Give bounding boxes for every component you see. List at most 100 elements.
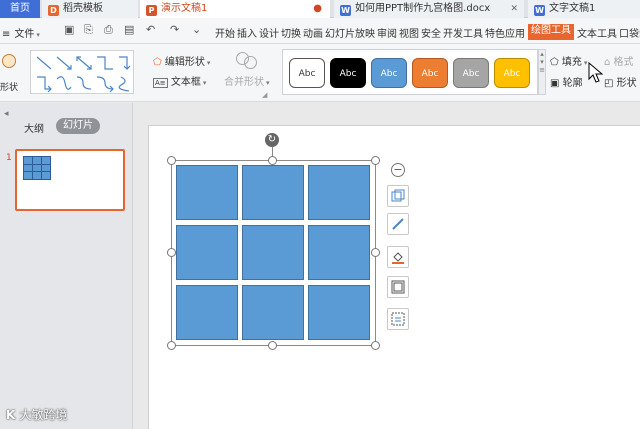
tab-slides[interactable]: 幻灯片 — [56, 118, 100, 134]
hamburger-icon: ≡ — [2, 29, 11, 40]
resize-handle[interactable] — [167, 248, 176, 257]
shape-effects-label: 形状 — [616, 78, 637, 89]
style-preset-5[interactable]: Abc — [453, 58, 489, 88]
tab-template[interactable]: D 稻壳模板 — [42, 0, 138, 18]
watermark: K 大敏跨境 — [6, 406, 67, 423]
undo-icon[interactable]: ↶ — [146, 23, 155, 36]
tab-insert[interactable]: 插入 — [236, 25, 258, 40]
tab-view[interactable]: 视图 — [398, 25, 420, 40]
fill-style-button[interactable] — [387, 246, 409, 268]
tab-template-label: 稻壳模板 — [63, 3, 103, 14]
selection-box — [171, 160, 376, 346]
resize-handle[interactable] — [268, 156, 277, 165]
close-tab-icon[interactable]: ✕ — [510, 0, 518, 18]
chevron-down-icon: ▾ — [36, 31, 40, 39]
rotate-handle-icon[interactable]: ↻ — [265, 133, 279, 147]
tab-outline[interactable]: 大纲 — [24, 120, 44, 135]
more-icon: ≡ — [539, 66, 545, 74]
export-icon[interactable]: ⎘ — [84, 23, 93, 37]
edit-shape-button[interactable]: ⬠ 编辑形状 ▾ — [153, 53, 210, 68]
shape-button[interactable]: 形状 — [0, 50, 26, 94]
resize-handle[interactable] — [371, 248, 380, 257]
tab-document-2-label: 文字文稿1 — [549, 3, 596, 14]
tab-home[interactable]: 首页 — [0, 0, 40, 18]
tab-pocket-animation[interactable]: 口袋动画 — [618, 25, 640, 40]
style-preset-4[interactable]: Abc — [412, 58, 448, 88]
tab-security[interactable]: 安全 — [420, 25, 442, 40]
more-chevron-icon[interactable]: ⌄ — [192, 23, 201, 36]
edit-shape-icon: ⬠ — [153, 57, 162, 68]
textbox-button[interactable]: A≡ 文本框 ▾ — [153, 73, 206, 88]
style-preset-1[interactable]: Abc — [289, 58, 325, 88]
resize-handle[interactable] — [268, 341, 277, 350]
floating-toolbar: − — [385, 163, 411, 343]
shape-effects-button[interactable]: ◰ 形状 — [604, 74, 637, 89]
style-preset-6[interactable]: Abc — [494, 58, 530, 88]
tab-document-2[interactable]: W 文字文稿1 — [528, 0, 640, 18]
collapse-panel-icon[interactable]: ◂ — [4, 109, 9, 119]
outline-label: 轮廓 — [562, 78, 583, 89]
shape-styles-gallery: Abc Abc Abc Abc Abc Abc — [282, 49, 538, 95]
outline-style-button[interactable] — [387, 213, 409, 235]
outline-button[interactable]: ▣ 轮廓 — [550, 74, 583, 89]
style-preset-2[interactable]: Abc — [330, 58, 366, 88]
frame-button[interactable] — [387, 276, 409, 298]
chevron-down-icon: ▾ — [266, 79, 270, 87]
edit-shape-label: 编辑形状 — [164, 57, 205, 68]
slide-number: 1 — [6, 153, 12, 163]
tab-transition[interactable]: 切换 — [280, 25, 302, 40]
frame-icon — [391, 280, 405, 294]
collapse-toolbar-icon[interactable]: − — [391, 163, 405, 177]
print-icon[interactable]: ⎙ — [104, 23, 113, 37]
unsaved-dot-icon: ● — [313, 3, 322, 14]
fill-button[interactable]: ⬠ 填充 ▾ — [550, 53, 587, 68]
menu-bar: ≡ 文件 ▾ ▣ ⎘ ⎙ ▤ ↶ ↷ ⌄ 开始 插入 设计 切换 动画 幻灯片放映 … — [0, 18, 640, 44]
resize-handle[interactable] — [167, 341, 176, 350]
style-preset-label: Abc — [339, 69, 357, 79]
resize-handle[interactable] — [371, 341, 380, 350]
layout-options-button[interactable] — [387, 308, 409, 330]
tab-drawing-tools[interactable]: 绘图工具 — [528, 24, 574, 40]
save-icon[interactable]: ▣ — [64, 23, 74, 36]
chevron-down-icon: ▾ — [540, 58, 544, 66]
styles-scroll[interactable]: ▴ ▾ ≡ — [538, 49, 546, 95]
tab-text-tools[interactable]: 文本工具 — [576, 25, 618, 40]
fill-bucket-icon — [392, 252, 404, 264]
tab-start[interactable]: 开始 — [214, 25, 236, 40]
fill-bucket-icon: ⬠ — [550, 57, 559, 68]
tab-design[interactable]: 设计 — [258, 25, 280, 40]
merge-shape-button[interactable]: 合并形状 ▾ — [224, 73, 270, 88]
word-file-icon: W — [534, 5, 545, 16]
tab-animation[interactable]: 动画 — [302, 25, 324, 40]
text-wrap-icon — [391, 312, 405, 326]
resize-handle[interactable] — [167, 156, 176, 165]
format-painter-button[interactable]: ⌂ 格式 — [604, 53, 634, 68]
shape-style-button[interactable] — [387, 185, 409, 207]
style-preset-3[interactable]: Abc — [371, 58, 407, 88]
tab-presentation[interactable]: P 演示文稿1 ● — [140, 0, 330, 18]
redo-icon[interactable]: ↷ — [170, 23, 179, 36]
tab-features[interactable]: 特色应用 — [484, 25, 526, 40]
format-label: 格式 — [613, 57, 634, 68]
style-preset-label: Abc — [380, 69, 398, 79]
presentation-file-icon: P — [146, 5, 157, 16]
file-menu-label: 文件 — [14, 29, 35, 40]
tab-document-1[interactable]: W 如何用PPT制作九宫格图.docx ✕ — [334, 0, 524, 18]
pen-icon — [392, 218, 404, 230]
merge-shape-icon — [236, 50, 260, 70]
style-preset-label: Abc — [421, 69, 439, 79]
slide-thumbnail[interactable] — [15, 149, 125, 211]
dialog-launcher-icon[interactable]: ◢ — [262, 91, 267, 99]
file-menu[interactable]: ≡ 文件 ▾ — [2, 25, 40, 40]
textbox-label: 文本框 — [170, 77, 201, 88]
preview-icon[interactable]: ▤ — [124, 23, 134, 36]
docer-icon: D — [48, 5, 59, 16]
style-preset-label: Abc — [503, 69, 521, 79]
tab-slideshow[interactable]: 幻灯片放映 — [324, 25, 376, 40]
format-painter-icon: ⌂ — [604, 57, 611, 68]
tab-review[interactable]: 审阅 — [376, 25, 398, 40]
tab-developer[interactable]: 开发工具 — [442, 25, 484, 40]
line-styles-gallery[interactable] — [30, 50, 134, 94]
resize-handle[interactable] — [371, 156, 380, 165]
chevron-down-icon: ▾ — [206, 59, 211, 67]
